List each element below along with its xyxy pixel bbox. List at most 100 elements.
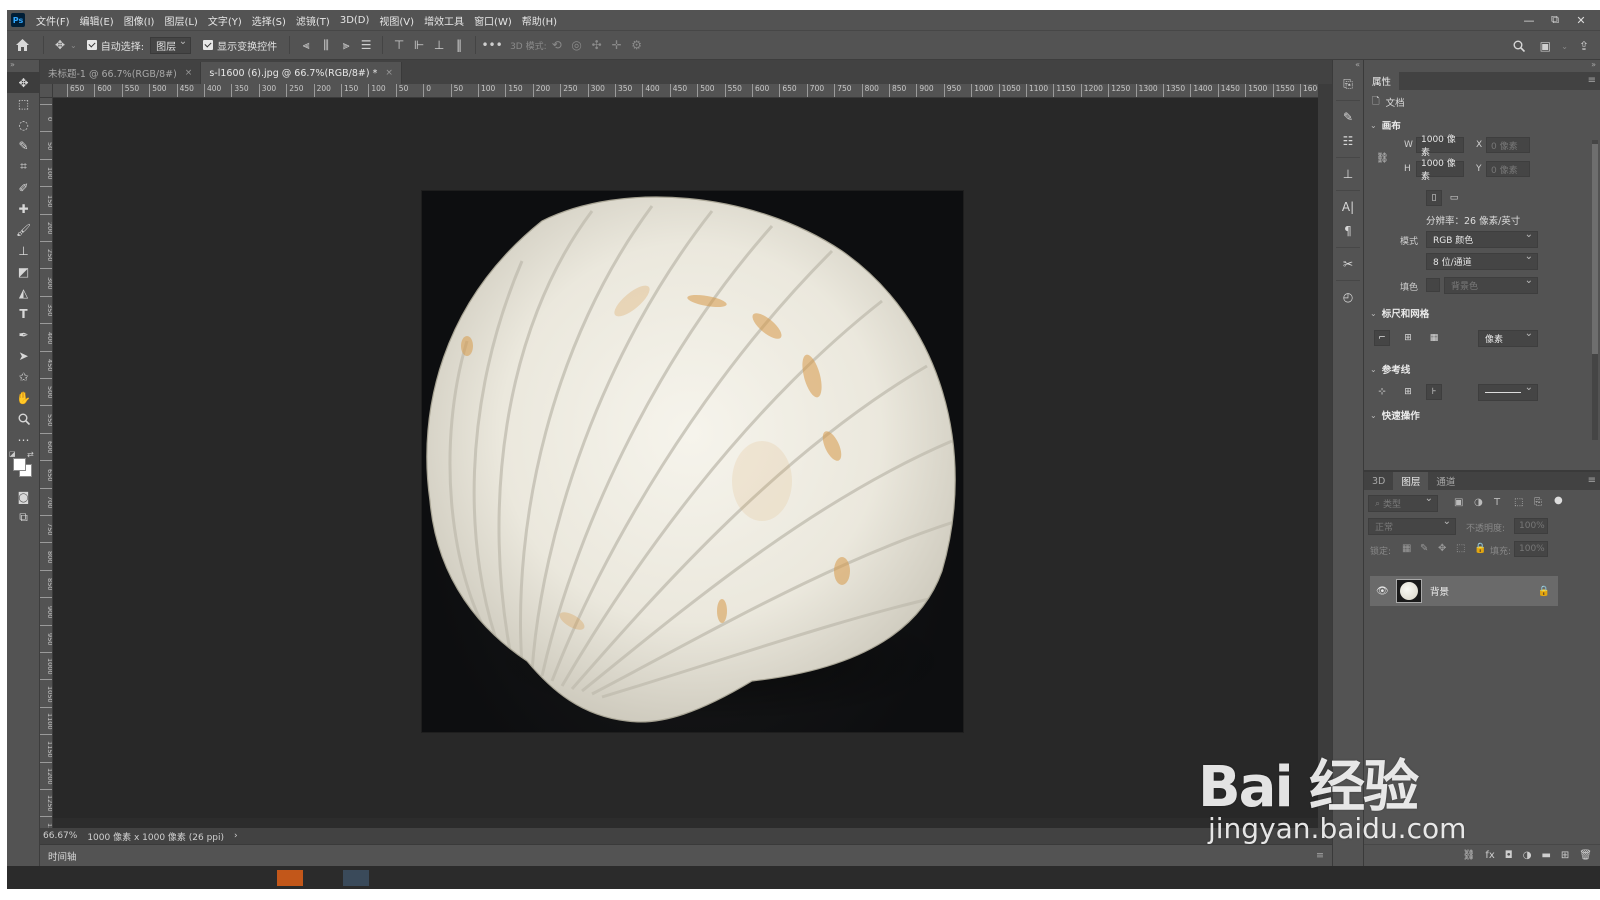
scroll-thumb[interactable] bbox=[1592, 144, 1598, 354]
foreground-color-swatch[interactable] bbox=[13, 458, 26, 471]
3d-slide-icon[interactable]: ✛ bbox=[607, 35, 627, 55]
rulers-grids-section-header[interactable]: ⌄ 标尺和网格 bbox=[1364, 302, 1600, 324]
add-mask-icon[interactable]: ◘ bbox=[1505, 850, 1513, 861]
vertical-ruler[interactable]: 0 50 100 150 200 250 300 350 400 450 500 550 600 650 7… bbox=[40, 98, 53, 828]
move-tool-icon[interactable]: ✥ bbox=[7, 72, 40, 93]
share-icon[interactable]: ⇪ bbox=[1574, 36, 1594, 56]
document-info[interactable]: 1000 像素 x 1000 像素 (26 ppi) bbox=[87, 830, 224, 843]
lock-all-icon[interactable]: 🔒 bbox=[1474, 543, 1486, 554]
zoom-tool-icon[interactable] bbox=[7, 408, 40, 429]
color-mode-dropdown[interactable]: RGB 颜色 bbox=[1426, 229, 1538, 248]
portrait-icon[interactable]: ▯ bbox=[1426, 190, 1442, 206]
panel-menu-icon[interactable]: ≡ bbox=[1316, 850, 1324, 861]
collapse-arrows-icon[interactable]: » bbox=[7, 60, 39, 72]
filter-toggle-icon[interactable]: ● bbox=[1554, 495, 1563, 506]
tab-channels[interactable]: 通道 bbox=[1428, 472, 1463, 490]
auto-select-target-dropdown[interactable]: 图层 bbox=[150, 36, 192, 54]
guides-icon[interactable]: ⊹ bbox=[1374, 384, 1390, 400]
adjustments-icon[interactable]: ☷ bbox=[1333, 129, 1363, 153]
filter-smart-object-icon[interactable]: ⎘ bbox=[1534, 497, 1542, 508]
pen-tool-icon[interactable]: ✒ bbox=[7, 324, 40, 345]
close-icon[interactable]: × bbox=[385, 68, 393, 78]
path-select-tool-icon[interactable]: ➤ bbox=[7, 345, 40, 366]
chevron-down-icon[interactable]: ⌄ bbox=[1561, 42, 1568, 51]
tools-preset-icon[interactable]: ✂ bbox=[1333, 252, 1363, 276]
vertical-scrollbar[interactable] bbox=[1318, 84, 1332, 828]
align-right-icon[interactable]: ⫸ bbox=[336, 35, 356, 55]
more-tools-icon[interactable]: ⋯ bbox=[7, 429, 40, 450]
filter-type-icon[interactable]: T bbox=[1494, 497, 1500, 508]
brush-settings-icon[interactable]: ✎ bbox=[1333, 105, 1363, 129]
swap-colors-icon[interactable]: ⇄ bbox=[27, 450, 34, 459]
chevron-down-icon[interactable]: ⌄ bbox=[70, 41, 77, 50]
align-vcenter-icon[interactable]: ⊩ bbox=[409, 35, 429, 55]
width-field[interactable]: 1000 像素 bbox=[1416, 135, 1464, 158]
minimize-button[interactable]: — bbox=[1516, 14, 1542, 27]
history-icon[interactable]: ⎘ bbox=[1333, 72, 1363, 96]
panel-menu-icon[interactable]: ≡ bbox=[1588, 475, 1596, 486]
move-tool-icon[interactable]: ✥ bbox=[50, 35, 70, 55]
align-hcenter-icon[interactable]: ⫼ bbox=[316, 35, 336, 55]
character-icon[interactable]: A| bbox=[1333, 195, 1363, 219]
menu-plugins[interactable]: 增效工具 bbox=[419, 13, 469, 28]
distribute-icon[interactable]: ☰ bbox=[356, 35, 376, 55]
distribute-vertical-icon[interactable]: ‖ bbox=[449, 35, 469, 55]
properties-scrollbar[interactable] bbox=[1592, 140, 1598, 440]
crop-tool-icon[interactable]: ⌗ bbox=[7, 156, 40, 177]
clone-stamp-tool-icon[interactable]: ⊥ bbox=[7, 240, 40, 261]
menu-help[interactable]: 帮助(H) bbox=[517, 13, 562, 28]
link-icon[interactable]: ⛓ bbox=[1376, 153, 1389, 164]
color-swatches[interactable]: ◪ ⇄ bbox=[7, 450, 40, 486]
ps-app-icon[interactable]: Ps bbox=[11, 13, 25, 27]
link-layers-icon[interactable]: ⛓ bbox=[1463, 850, 1476, 861]
marquee-tool-icon[interactable]: ⬚ bbox=[7, 93, 40, 114]
menu-view[interactable]: 视图(V) bbox=[374, 13, 419, 28]
brush-tool-icon[interactable]: 🖌 bbox=[7, 219, 40, 240]
fill-dropdown[interactable]: 背景色 bbox=[1444, 275, 1538, 294]
filter-shape-icon[interactable]: ⬚ bbox=[1514, 497, 1523, 508]
auto-select-checkbox[interactable]: 自动选择: bbox=[86, 38, 144, 53]
menu-select[interactable]: 选择(S) bbox=[247, 13, 291, 28]
restore-button[interactable]: ⧉ bbox=[1542, 13, 1568, 27]
smart-guides-icon[interactable]: ⊞ bbox=[1400, 384, 1416, 400]
layer-name[interactable]: 背景 bbox=[1430, 584, 1449, 598]
visibility-eye-icon[interactable]: 👁 bbox=[1376, 586, 1389, 597]
tab-layers[interactable]: 图层 bbox=[1393, 472, 1429, 490]
lasso-tool-icon[interactable]: ◌ bbox=[7, 114, 40, 135]
new-layer-icon[interactable]: ⊞ bbox=[1561, 850, 1569, 861]
eraser-tool-icon[interactable]: ◩ bbox=[7, 261, 40, 282]
hand-tool-icon[interactable]: ✋ bbox=[7, 387, 40, 408]
menu-type[interactable]: 文字(Y) bbox=[203, 13, 247, 28]
default-colors-icon[interactable]: ◪ bbox=[9, 450, 16, 458]
blend-mode-dropdown[interactable]: 正常 bbox=[1368, 516, 1456, 535]
collapse-arrows-icon[interactable]: « bbox=[1333, 60, 1363, 72]
align-bottom-icon[interactable]: ⊥ bbox=[429, 35, 449, 55]
guide-layout-icon[interactable]: ⊦ bbox=[1426, 384, 1442, 400]
menu-file[interactable]: 文件(F) bbox=[31, 13, 75, 28]
guide-style-dropdown[interactable] bbox=[1478, 382, 1538, 401]
menu-window[interactable]: 窗口(W) bbox=[469, 13, 517, 28]
screen-mode-icon[interactable]: ⧉ bbox=[7, 507, 40, 528]
guides-section-header[interactable]: ⌄ 参考线 bbox=[1364, 358, 1600, 380]
fill-color-swatch[interactable] bbox=[1426, 278, 1440, 292]
quick-mask-icon[interactable]: ◙ bbox=[7, 486, 40, 507]
tab-properties[interactable]: 属性 bbox=[1364, 72, 1400, 90]
quick-actions-section-header[interactable]: ⌄ 快速操作 bbox=[1364, 410, 1600, 421]
libraries-icon[interactable]: ◴ bbox=[1333, 285, 1363, 309]
lock-icon[interactable]: 🔒 bbox=[1538, 586, 1550, 597]
fx-icon[interactable]: fx bbox=[1485, 850, 1494, 861]
lock-transparent-icon[interactable]: ▦ bbox=[1402, 543, 1411, 554]
panel-menu-icon[interactable]: ≡ bbox=[1588, 75, 1596, 86]
fill-field[interactable]: 100% bbox=[1514, 541, 1548, 557]
horizontal-scrollbar[interactable] bbox=[53, 818, 1318, 828]
ruler-origin[interactable] bbox=[40, 84, 53, 98]
menu-image[interactable]: 图像(I) bbox=[119, 13, 160, 28]
timeline-tab[interactable]: 时间轴 bbox=[48, 849, 77, 863]
canvas-area[interactable] bbox=[53, 98, 1318, 828]
tab-3d[interactable]: 3D bbox=[1364, 472, 1393, 490]
3d-scale-icon[interactable]: ⚙ bbox=[627, 35, 647, 55]
landscape-icon[interactable]: ▭ bbox=[1446, 190, 1462, 206]
more-options-icon[interactable]: ••• bbox=[481, 35, 502, 55]
quick-select-tool-icon[interactable]: ✎ bbox=[7, 135, 40, 156]
workspace-icon[interactable]: ▣ bbox=[1535, 36, 1555, 56]
